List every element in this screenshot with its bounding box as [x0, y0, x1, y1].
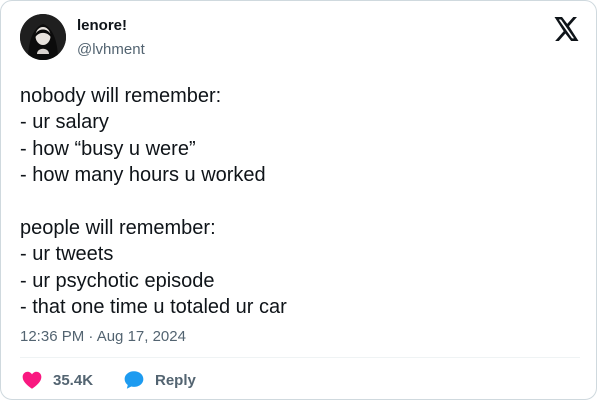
tweet-text-line: - ur salary — [20, 111, 109, 134]
like-button[interactable]: 35.4K — [21, 369, 93, 391]
like-count: 35.4K — [53, 371, 94, 389]
tweet-card: lenore! @lvhment nobody will remember: -… — [0, 0, 597, 400]
author-name[interactable]: lenore! — [77, 17, 127, 34]
reply-button[interactable]: Reply — [123, 369, 196, 391]
heart-icon — [21, 369, 43, 391]
avatar-image — [20, 14, 66, 60]
tweet-text-line: - how many hours u worked — [20, 164, 266, 187]
x-logo-icon[interactable] — [553, 17, 580, 41]
reply-label: Reply — [155, 371, 196, 389]
speech-bubble-icon — [123, 369, 145, 391]
tweet-timestamp[interactable]: 12:36 PM · Aug 17, 2024 — [20, 328, 186, 345]
tweet-text-line: - that one time u totaled ur car — [20, 296, 287, 319]
tweet-text-line: - ur psychotic episode — [20, 269, 215, 292]
tweet-text: nobody will remember: - ur salary - how … — [20, 83, 580, 321]
author-handle[interactable]: @lvhment — [77, 41, 145, 58]
tweet-text-line: people will remember: — [20, 216, 216, 239]
divider — [20, 357, 580, 358]
tweet-text-line: - ur tweets — [20, 243, 114, 266]
avatar[interactable] — [20, 14, 66, 60]
tweet-text-line: nobody will remember: — [20, 85, 222, 107]
tweet-text-line — [20, 189, 580, 215]
tweet-text-line: - how “busy u were” — [20, 137, 196, 160]
